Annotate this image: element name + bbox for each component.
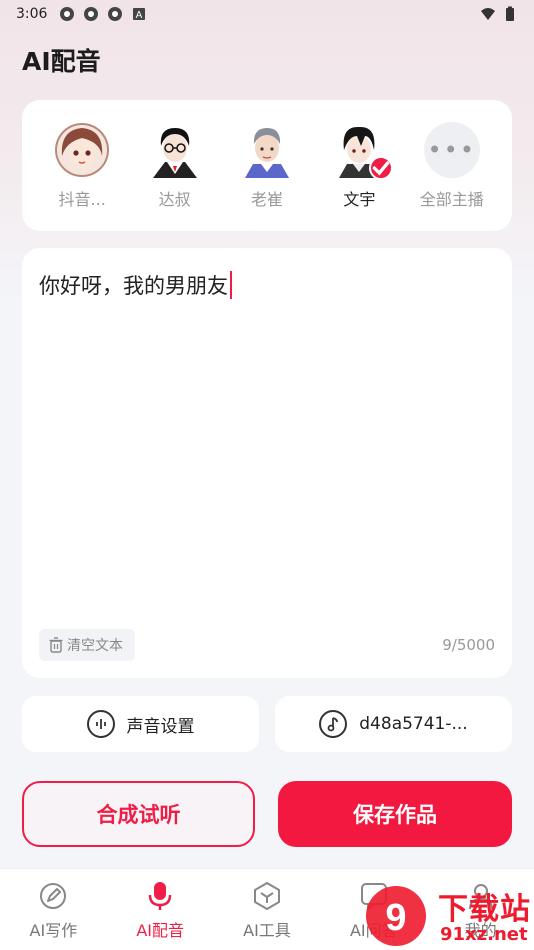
more-dots-icon: ••• <box>423 122 480 178</box>
editor-text: 你好呀，我的男朋友 <box>39 274 228 298</box>
microphone-icon <box>148 882 172 910</box>
music-note-icon <box>319 710 348 738</box>
watermark-logo-icon: 9 <box>366 886 426 946</box>
clear-text-label: 清空文本 <box>67 638 123 654</box>
clear-text-button[interactable]: 清空文本 <box>39 629 135 661</box>
voice-item-laocui[interactable]: 老崔 <box>222 122 312 210</box>
text-caret <box>230 271 232 299</box>
tab-ai-writing[interactable]: AI写作 <box>8 881 98 950</box>
save-label: 保存作品 <box>353 803 437 827</box>
gear-like-icon <box>84 7 99 21</box>
save-work-button[interactable]: 保存作品 <box>278 781 512 847</box>
voice-settings-button[interactable]: 声音设置 <box>22 696 259 752</box>
page-title: AI配音 <box>22 47 101 76</box>
sound-wave-icon <box>86 710 115 738</box>
voice-selector-card: 抖音... 达叔 老崔 文宇 ••• 全部主播 <box>22 100 512 231</box>
svg-text:9: 9 <box>385 897 406 939</box>
tab-ai-dubbing[interactable]: AI配音 <box>115 881 205 950</box>
voice-item-douyin[interactable]: 抖音... <box>37 122 127 210</box>
all-voices-button[interactable]: ••• 全部主播 <box>407 122 497 210</box>
glasses-man-avatar-icon <box>147 122 203 178</box>
voice-item-dashu[interactable]: 达叔 <box>130 122 220 210</box>
tab-label: AI配音 <box>136 921 185 940</box>
voice-item-wenyu[interactable]: 文宇 <box>314 122 404 210</box>
tab-label: AI工具 <box>243 921 291 940</box>
watermark-title: 下载站 <box>438 892 531 927</box>
gear-like-icon <box>108 7 123 21</box>
trash-icon <box>49 637 63 653</box>
music-label: d48a5741-... <box>359 714 468 734</box>
cube-icon <box>253 882 280 910</box>
char-count: 9/5000 <box>442 636 495 654</box>
voice-name: 达叔 <box>158 190 191 209</box>
voice-name: 老崔 <box>250 190 283 209</box>
battery-icon <box>506 6 514 21</box>
all-voices-label: 全部主播 <box>419 190 484 209</box>
old-man-avatar-icon <box>239 122 295 178</box>
site-watermark: 9 下载站 91xz.net <box>360 882 534 950</box>
background-music-button[interactable]: d48a5741-... <box>275 696 512 752</box>
a-box-icon: A <box>133 8 146 21</box>
selected-check-icon <box>369 156 394 180</box>
status-bar: 3:06 A <box>0 0 534 28</box>
girl-avatar-icon <box>54 122 110 178</box>
listen-label: 合成试听 <box>96 803 181 827</box>
status-time: 3:06 <box>16 6 48 22</box>
svg-text:A: A <box>136 10 143 21</box>
wifi-icon <box>481 8 495 20</box>
text-editor-card[interactable]: 你好呀，我的男朋友 清空文本 9/5000 <box>22 248 512 678</box>
voice-settings-label: 声音设置 <box>126 716 195 737</box>
pen-icon <box>40 883 67 909</box>
text-editor[interactable]: 你好呀，我的男朋友 <box>39 270 495 300</box>
young-man-avatar-icon <box>331 122 394 180</box>
synthesize-listen-button[interactable]: 合成试听 <box>22 781 255 847</box>
tab-label: AI写作 <box>29 921 78 940</box>
gear-like-icon <box>60 7 75 21</box>
watermark-url: 91xz.net <box>440 924 528 945</box>
voice-name: 抖音... <box>58 190 106 209</box>
tab-ai-tools[interactable]: AI工具 <box>222 881 312 950</box>
